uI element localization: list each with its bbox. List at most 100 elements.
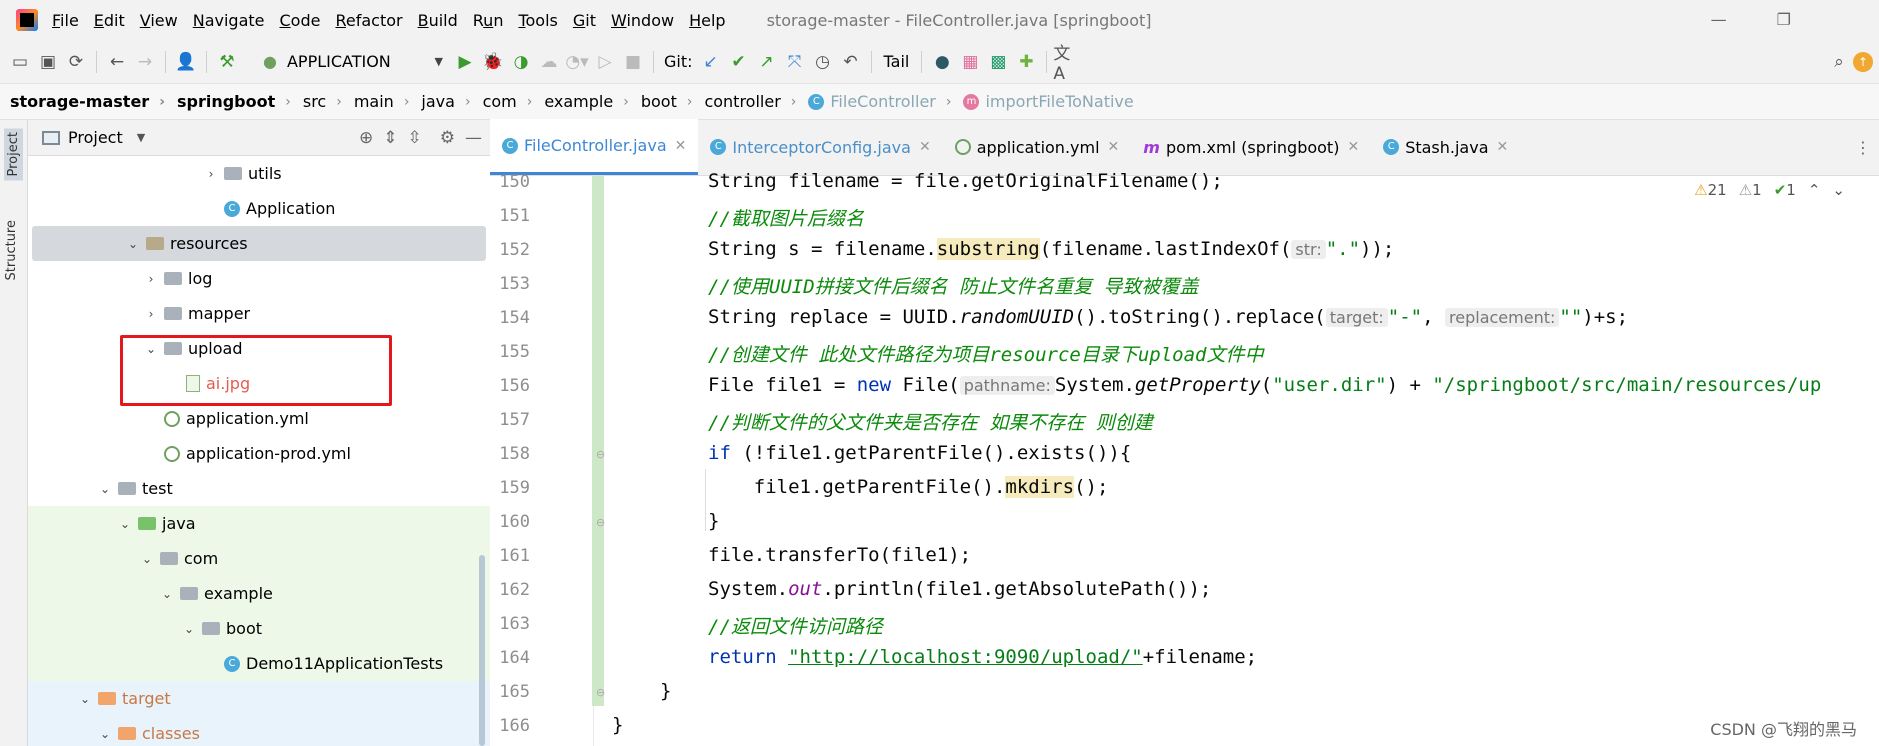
chevron-right-icon[interactable]: › [144, 272, 158, 286]
tab-filecontroller[interactable]: C FileController.java ✕ [490, 119, 699, 175]
tab-application-yml[interactable]: application.yml ✕ [943, 119, 1132, 175]
code-line[interactable]: file.transferTo(file1); [708, 544, 971, 566]
inspection-widget[interactable]: ⚠21 ⚠1 ✔1 ⌃ ⌄ [1694, 181, 1845, 199]
code-line[interactable]: file1.getParentFile().mkdirs(); [708, 476, 1108, 498]
fold-icon[interactable]: ⊖ [596, 516, 605, 529]
code-line[interactable]: if (!file1.getParentFile().exists()){ [708, 442, 1131, 464]
breadcrumb-item[interactable]: › springboot [159, 92, 275, 111]
tree-node[interactable]: ⌄ boot [28, 611, 490, 646]
menu-navigate[interactable]: Navigate [193, 11, 265, 30]
tree-node[interactable]: ⌄ classes [28, 716, 490, 746]
chevron-down-icon[interactable]: ⌄ [182, 622, 196, 636]
tree-node[interactable]: application.yml [28, 401, 490, 436]
menu-file[interactable]: File [52, 11, 79, 30]
project-tool-tab[interactable]: Project [4, 128, 23, 181]
menu-help[interactable]: Help [689, 11, 725, 30]
tree-node[interactable]: application-prod.yml [28, 436, 490, 471]
tab-interceptorconfig[interactable]: C InterceptorConfig.java ✕ [698, 119, 942, 175]
hide-panel-icon[interactable]: — [465, 128, 482, 148]
translate-icon[interactable]: 文A [1053, 44, 1081, 84]
tail-label[interactable]: Tail [884, 52, 910, 71]
gear-icon[interactable]: ⚙ [440, 128, 455, 148]
menu-git[interactable]: Git [573, 11, 596, 30]
menu-code[interactable]: Code [280, 11, 321, 30]
menu-view[interactable]: View [140, 11, 178, 30]
menu-build[interactable]: Build [418, 11, 458, 30]
open-folder-icon[interactable]: ▭ [6, 48, 34, 76]
user-icon[interactable]: 👤 [172, 48, 200, 76]
locate-file-icon[interactable]: ⊕ [359, 128, 373, 148]
menu-refactor[interactable]: Refactor [335, 11, 402, 30]
chevron-down-icon[interactable]: ⌄ [140, 552, 154, 566]
rollback-icon[interactable]: ↶ [837, 48, 865, 76]
tree-node[interactable]: › mapper [28, 296, 490, 331]
close-icon[interactable]: ✕ [1108, 139, 1120, 155]
more-tabs-icon[interactable]: ⋮ [1855, 138, 1871, 157]
close-icon[interactable]: ✕ [1347, 139, 1359, 155]
build-hammer-icon[interactable]: ⚒ [213, 48, 241, 76]
structure-tool-tab[interactable]: Structure [4, 220, 19, 280]
breadcrumb-item[interactable]: › main [336, 92, 394, 111]
debug-icon[interactable]: 🐞 [479, 48, 507, 76]
url-link[interactable]: "http://localhost:9090/upload/" [788, 646, 1143, 668]
tree-node[interactable]: ⌄ com [28, 541, 490, 576]
qr-plugin-icon[interactable]: ▩ [984, 48, 1012, 76]
code-line-comment[interactable]: //返回文件访问路径 [708, 612, 883, 639]
project-panel-title[interactable]: Project [68, 128, 123, 147]
fold-icon[interactable]: ⊖ [596, 448, 605, 461]
breadcrumb-item[interactable]: › com [465, 92, 517, 111]
breadcrumb-item[interactable]: storage-master [10, 92, 149, 111]
menu-run[interactable]: Run [473, 11, 504, 30]
chevron-up-icon[interactable]: ⌃ [1808, 181, 1821, 199]
weak-warnings-count[interactable]: ⚠1 [1739, 181, 1762, 199]
code-line[interactable]: String filename = file.getOriginalFilena… [708, 170, 1223, 192]
fold-icon[interactable]: ⊖ [596, 686, 605, 699]
chevron-down-icon[interactable]: ⌄ [78, 692, 92, 706]
run-configuration-selector[interactable]: ● APPLICATION ▼ [263, 52, 443, 71]
chevron-down-icon[interactable]: ⌄ [118, 517, 132, 531]
tree-scrollbar[interactable] [479, 555, 485, 746]
git-push-icon[interactable]: ↗ [753, 48, 781, 76]
stop-icon[interactable]: ■ [619, 48, 647, 76]
chevron-down-icon[interactable]: ⌄ [1832, 181, 1845, 199]
tree-node[interactable]: C Demo11ApplicationTests [28, 646, 490, 681]
code-line-comment[interactable]: //截取图片后缀名 [708, 204, 864, 231]
code-line[interactable]: } [612, 714, 623, 736]
code-line[interactable]: String replace = UUID.randomUUID().toStr… [708, 306, 1628, 328]
breadcrumb-item[interactable]: › m importFileToNative [946, 92, 1134, 111]
tab-stash[interactable]: C Stash.java ✕ [1371, 119, 1520, 175]
code-line[interactable]: String s = filename.substring(filename.l… [708, 238, 1394, 260]
chevron-down-icon[interactable]: ▼ [137, 131, 145, 144]
git-update-icon[interactable]: ↙ [697, 48, 725, 76]
breadcrumb-item[interactable]: › example [527, 92, 613, 111]
collapse-all-icon[interactable]: ⇳ [408, 128, 422, 148]
tree-node[interactable]: ⌄ example [28, 576, 490, 611]
tree-node[interactable]: › log [28, 261, 490, 296]
chevron-right-icon[interactable]: › [144, 307, 158, 321]
breadcrumb-item[interactable]: › C FileController [791, 92, 936, 111]
save-icon[interactable]: ▣ [34, 48, 62, 76]
coverage-icon[interactable]: ◑ [507, 48, 535, 76]
code-line[interactable]: System.out.println(file1.getAbsolutePath… [708, 578, 1211, 600]
chevron-right-icon[interactable]: › [204, 167, 218, 181]
profile-icon[interactable]: ☁ [535, 48, 563, 76]
chevron-down-icon[interactable]: ⌄ [160, 587, 174, 601]
more-run-icon[interactable]: ◔▾ [563, 48, 591, 76]
chevron-down-icon[interactable]: ⌄ [98, 727, 112, 741]
back-icon[interactable]: ← [103, 48, 131, 76]
breadcrumb-item[interactable]: › controller [687, 92, 781, 111]
update-icon[interactable]: ↑ [1853, 51, 1873, 72]
breadcrumb-item[interactable]: › src [285, 92, 326, 111]
tab-pom-xml[interactable]: m pom.xml (springboot) ✕ [1131, 119, 1371, 175]
expand-all-icon[interactable]: ⇕ [383, 128, 397, 148]
search-everywhere-plugin-icon[interactable]: ● [928, 48, 956, 76]
code-line[interactable]: } [708, 510, 719, 532]
code-line-comment[interactable]: //判断文件的父文件夹是否存在 如果不存在 则创建 [708, 408, 1153, 435]
tree-node[interactable]: ⌄ java [28, 506, 490, 541]
menu-tools[interactable]: Tools [518, 11, 557, 30]
code-line-comment[interactable]: //使用UUID拼接文件后缀名 防止文件名重复 导致被覆盖 [708, 272, 1199, 299]
breadcrumb-item[interactable]: › boot [623, 92, 677, 111]
run-icon[interactable]: ▶ [451, 48, 479, 76]
tree-node[interactable]: ⌄ target [28, 681, 490, 716]
resume-icon[interactable]: ▷ [591, 48, 619, 76]
